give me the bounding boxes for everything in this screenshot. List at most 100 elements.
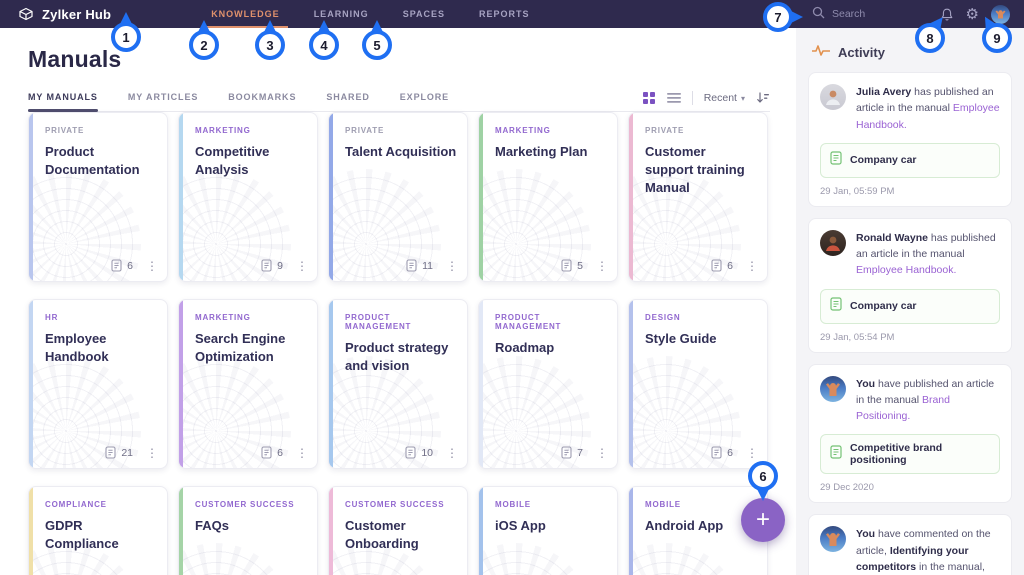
manual-card[interactable]: PRODUCT MANAGEMENT Product strategy and … [328,299,468,469]
activity-timestamp: 29 Dec 2020 [820,482,1000,493]
manual-card[interactable]: PRIVATE Product Documentation 6⋮ [28,112,168,282]
search-bar[interactable]: Search [812,0,865,28]
manual-card[interactable]: DESIGN Style Guide 6⋮ [628,299,768,469]
card-category: MARKETING [195,126,307,135]
activity-text: Julia Avery has published an article in … [856,84,1000,133]
card-accent [29,300,33,468]
article-count: 11 [406,259,433,272]
card-menu-kebab[interactable]: ⋮ [596,260,608,272]
manuals-grid: PRIVATE Product Documentation 6⋮ MARKETI… [28,112,768,575]
brand[interactable]: Zylker Hub [18,6,111,22]
tab-bookmarks[interactable]: BOOKMARKS [228,92,296,111]
nav-spaces[interactable]: SPACES [403,0,445,28]
tab-shared[interactable]: SHARED [326,92,369,111]
card-menu-kebab[interactable]: ⋮ [446,447,458,459]
activity-timestamp: 29 Jan, 05:54 PM [820,332,1000,343]
create-manual-fab[interactable]: + [741,498,785,542]
sort-dropdown[interactable]: Recent▾ [704,92,745,104]
manual-card[interactable]: HR Employee Handbook 21⋮ [28,299,168,469]
card-accent [329,113,333,281]
activity-pulse-icon [812,43,830,61]
card-menu-kebab[interactable]: ⋮ [296,447,308,459]
card-menu-kebab[interactable]: ⋮ [146,260,158,272]
card-category: PRIVATE [345,126,457,135]
manual-card[interactable]: PRIVATE Customer support training Manual… [628,112,768,282]
article-count: 7 [561,446,583,459]
callout-2-knowledge: 2 [189,30,219,60]
tab-my-articles[interactable]: MY ARTICLES [128,92,198,111]
card-title: Talent Acquisition [345,143,457,161]
article-icon [830,445,842,464]
card-title: GDPR Compliance [45,517,157,553]
manual-card[interactable]: PRIVATE Talent Acquisition 11 ⋮ [328,112,468,282]
manual-card[interactable]: COMPLIANCE GDPR Compliance [28,486,168,575]
callout-6-create-fab: 6 [748,461,778,491]
settings-gear-icon[interactable]: ⚙ [966,7,979,22]
card-category: MARKETING [195,313,307,322]
activity-entry: You have commented on the article, Ident… [808,514,1012,575]
article-icon [830,297,842,316]
manual-card[interactable]: MARKETING Search Engine Optimization 6⋮ [178,299,318,469]
avatar-you [820,526,846,552]
card-accent [479,487,483,575]
card-title: Customer support training Manual [645,143,757,198]
activity-title: Activity [838,45,885,60]
published-article-chip[interactable]: Company car [820,289,1000,324]
sort-order-icon[interactable] [756,91,770,105]
manual-card[interactable]: CUSTOMER SUCCESS Customer Onboarding [328,486,468,575]
callout-3-learning: 3 [255,30,285,60]
card-menu-kebab[interactable]: ⋮ [746,260,758,272]
card-category: PRODUCT MANAGEMENT [345,313,457,331]
callout-5-reports: 5 [362,30,392,60]
article-title: Competitive brand positioning [850,442,990,466]
card-menu-kebab[interactable]: ⋮ [146,447,158,459]
card-menu-kebab[interactable]: ⋮ [746,447,758,459]
card-accent [329,300,333,468]
brand-name: Zylker Hub [42,7,111,22]
card-title: iOS App [495,517,607,535]
article-count: 6 [111,259,133,272]
activity-entry: Ronald Wayne has published an article in… [808,218,1012,353]
manual-card[interactable]: MARKETING Marketing Plan 5⋮ [478,112,618,282]
article-count: 6 [711,446,733,459]
card-category: PRIVATE [45,126,157,135]
card-accent [629,113,633,281]
article-icon [830,151,842,170]
nav-reports[interactable]: REPORTS [479,0,530,28]
manual-card[interactable]: CUSTOMER SUCCESS FAQs [178,486,318,575]
activity-entry: You have published an article in the man… [808,364,1012,504]
card-category: MOBILE [495,500,607,509]
card-title: Roadmap [495,339,607,357]
callout-7-search: 7 [763,2,793,32]
callout-9-settings: 9 [982,23,1012,53]
manual-card[interactable]: PRODUCT MANAGEMENT Roadmap 7⋮ [478,299,618,469]
card-category: CUSTOMER SUCCESS [195,500,307,509]
card-title: Product strategy and vision [345,339,457,375]
avatar-you [820,376,846,402]
top-navbar: Zylker Hub KNOWLEDGE LEARNING SPACES REP… [0,0,1024,28]
manual-link[interactable]: Employee Handbook. [856,264,956,276]
list-view-icon[interactable] [667,92,681,104]
card-accent [329,487,333,575]
card-menu-kebab[interactable]: ⋮ [596,447,608,459]
manual-card[interactable]: MARKETING Competitive Analysis 9⋮ [178,112,318,282]
tab-explore[interactable]: EXPLORE [400,92,449,111]
manual-card[interactable]: MOBILE iOS App [478,486,618,575]
app-root: Zylker Hub KNOWLEDGE LEARNING SPACES REP… [0,0,1024,575]
grid-view-icon[interactable] [642,91,656,105]
main-content: Manuals MY MANUALS MY ARTICLES BOOKMARKS… [0,28,796,575]
card-title: Marketing Plan [495,143,607,161]
chevron-down-icon: ▾ [741,94,745,103]
card-accent [479,113,483,281]
card-menu-kebab[interactable]: ⋮ [296,260,308,272]
card-accent [629,300,633,468]
logo-icon [18,6,34,22]
callout-4-spaces: 4 [309,30,339,60]
card-category: CUSTOMER SUCCESS [345,500,457,509]
card-accent [179,487,183,575]
activity-text: You have published an article in the man… [856,376,1000,425]
tab-my-manuals[interactable]: MY MANUALS [28,92,98,111]
published-article-chip[interactable]: Competitive brand positioning [820,434,1000,474]
card-menu-kebab[interactable]: ⋮ [446,260,458,272]
published-article-chip[interactable]: Company car [820,143,1000,178]
